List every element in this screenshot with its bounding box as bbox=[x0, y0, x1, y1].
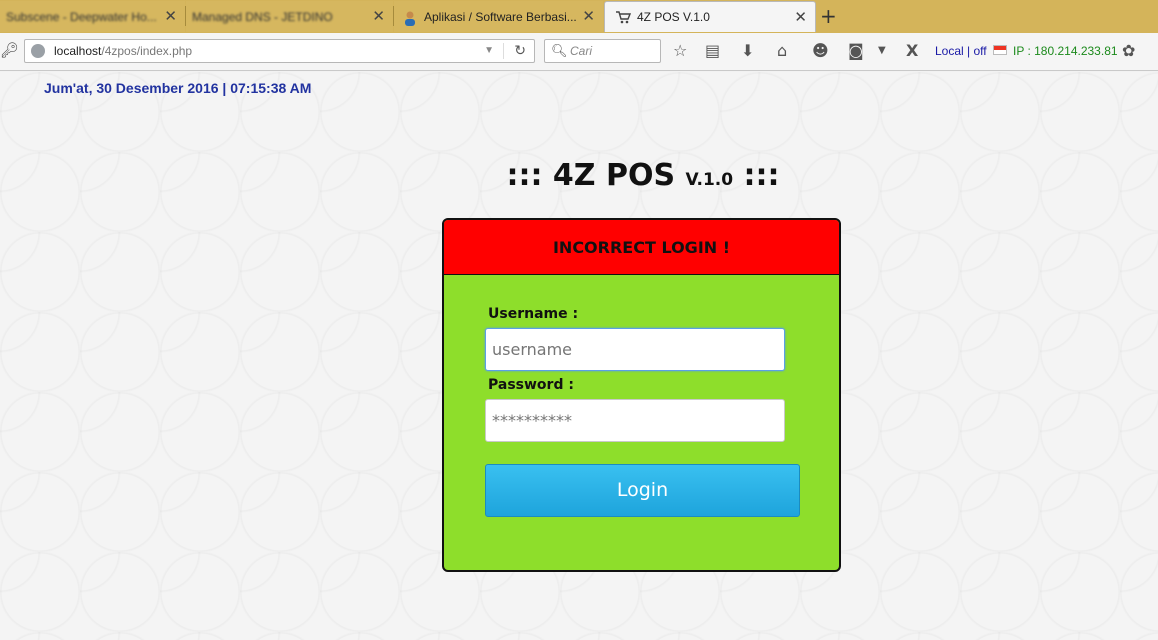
app-title-suffix: ::: bbox=[743, 158, 780, 193]
cart-icon bbox=[615, 10, 632, 24]
close-icon[interactable]: ✕ bbox=[582, 9, 595, 24]
tab-4z-pos[interactable]: 4Z POS V.1.0 ✕ bbox=[604, 1, 816, 32]
password-input[interactable] bbox=[485, 399, 785, 442]
chevron-down-icon[interactable]: ▼ bbox=[484, 40, 494, 62]
globe-icon bbox=[31, 44, 45, 58]
tab-label: Aplikasi / Software Berbasi... bbox=[424, 9, 577, 24]
ip-address: IP : 180.214.233.81 bbox=[1013, 44, 1118, 58]
new-tab-icon[interactable]: + bbox=[820, 4, 837, 28]
close-icon[interactable]: ✕ bbox=[794, 10, 807, 25]
url-path: /4zpos/index.php bbox=[101, 44, 193, 58]
search-icon: 🔍︎ bbox=[551, 43, 568, 58]
reload-icon[interactable]: ↻ bbox=[514, 39, 526, 61]
divider bbox=[503, 43, 504, 59]
close-icon[interactable]: ✕ bbox=[372, 9, 385, 24]
login-form: INCORRECT LOGIN ! Username : Password : … bbox=[442, 218, 841, 572]
tab-subscene[interactable]: Subscene - Deepwater Ho... ✕ bbox=[0, 1, 185, 32]
tab-managed-dns[interactable]: Managed DNS - JETDINO ✕ bbox=[186, 1, 393, 32]
tab-label: 4Z POS V.1.0 bbox=[637, 10, 710, 24]
login-button[interactable]: Login bbox=[485, 464, 800, 517]
app-title: ::: 4Z POS V.1.0 ::: bbox=[0, 158, 1158, 193]
tab-label: Subscene - Deepwater Ho... bbox=[6, 9, 157, 24]
camera-icon[interactable]: ◙ bbox=[848, 41, 864, 61]
error-banner: INCORRECT LOGIN ! bbox=[444, 220, 839, 275]
extension-icon[interactable]: ✿ bbox=[1122, 41, 1135, 61]
close-icon[interactable]: ✕ bbox=[164, 9, 177, 24]
search-placeholder: Cari bbox=[570, 44, 593, 58]
flag-icon bbox=[993, 45, 1007, 55]
reading-list-icon[interactable]: ▤ bbox=[705, 41, 720, 61]
tab-label: Managed DNS - JETDINO bbox=[192, 9, 333, 24]
url-host: localhost bbox=[54, 44, 102, 58]
navigation-toolbar: 🔑︎ localhost/4zpos/index.php ▼ ↻ 🔍︎ Cari… bbox=[0, 33, 1158, 71]
username-input[interactable] bbox=[485, 328, 785, 371]
search-input[interactable]: 🔍︎ Cari bbox=[544, 39, 661, 63]
date-time-display: Jum'at, 30 Desember 2016 | 07:15:38 AM bbox=[44, 80, 312, 96]
chevron-down-icon[interactable]: ▼ bbox=[878, 41, 886, 61]
home-icon[interactable]: ⌂ bbox=[777, 41, 787, 61]
username-label: Username : bbox=[488, 306, 579, 322]
bookmark-star-icon[interactable]: ☆ bbox=[673, 41, 687, 61]
tab-aplikasi[interactable]: Aplikasi / Software Berbasi... ✕ bbox=[394, 1, 603, 32]
browser-tab-strip: Subscene - Deepwater Ho... ✕ Managed DNS… bbox=[0, 0, 1158, 33]
app-title-text: ::: 4Z POS bbox=[506, 158, 676, 193]
address-bar[interactable]: localhost/4zpos/index.php ▼ ↻ bbox=[24, 39, 535, 63]
chat-icon[interactable]: ☻ bbox=[812, 41, 829, 61]
x-extension-icon[interactable]: X bbox=[906, 41, 918, 61]
download-icon[interactable]: ⬇ bbox=[741, 41, 754, 61]
key-icon[interactable]: 🔑︎ bbox=[0, 41, 19, 59]
app-version: V.1.0 bbox=[685, 170, 734, 190]
page-content: Jum'at, 30 Desember 2016 | 07:15:38 AM :… bbox=[0, 72, 1158, 640]
password-label: Password : bbox=[488, 377, 574, 393]
local-status[interactable]: Local | off bbox=[935, 44, 987, 58]
person-icon bbox=[402, 10, 416, 26]
